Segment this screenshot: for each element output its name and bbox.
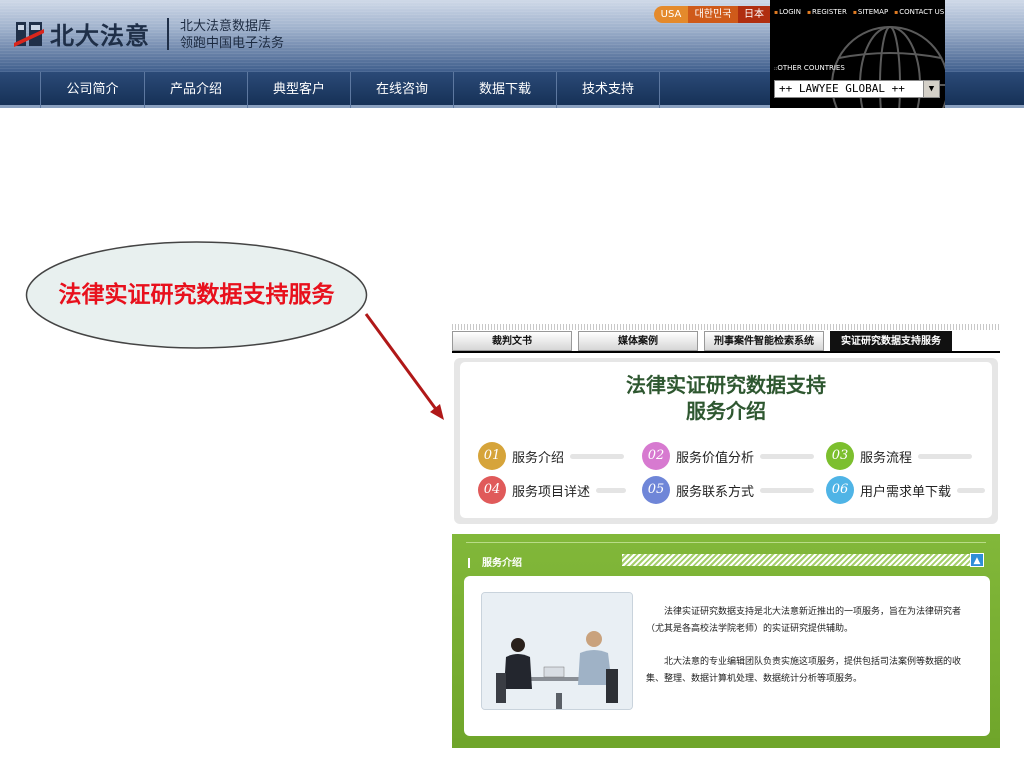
service-label: 服务介绍 [512, 450, 565, 466]
service-link-details[interactable]: 04 服务项目详述 [478, 476, 627, 504]
hero-title-line-2: 服务介绍 [686, 399, 766, 423]
service-divider [760, 487, 815, 493]
tab-judgments[interactable]: 裁判文书 [452, 331, 572, 351]
service-number-badge: 05 [642, 476, 670, 504]
intro-section: 服务介绍 ▲ 法律实证研究数据支持是北大法意新近推出的一项服务，旨在为法律研究者… [452, 534, 1000, 748]
nav-item-company[interactable]: 公司简介 [40, 72, 144, 108]
nav-item-products[interactable]: 产品介绍 [144, 72, 247, 108]
service-link-download-form[interactable]: 06 用户需求单下载 [826, 476, 986, 504]
service-divider [957, 487, 986, 493]
other-countries-text: OTHER COUNTRIES [777, 64, 845, 72]
utility-links: LOGIN REGISTER SITEMAP CONTACT US [774, 8, 944, 16]
callout-text: 法律实证研究数据支持服务 [58, 281, 335, 308]
panel-bottom-bar [452, 738, 1000, 748]
logo-text: 北大法意 [50, 22, 150, 50]
service-label: 服务价值分析 [676, 450, 755, 466]
tab-empirical-research[interactable]: 实证研究数据支持服务 [830, 331, 952, 351]
service-link-process[interactable]: 03 服务流程 [826, 442, 973, 470]
logo-divider [167, 18, 169, 50]
tab-criminal-search[interactable]: 刑事案件智能检索系统 [704, 331, 824, 351]
service-number-badge: 01 [478, 442, 506, 470]
service-divider [596, 487, 627, 493]
lang-usa-button[interactable]: USA [654, 6, 688, 23]
tagline: 北大法意数据库 领跑中国电子法务 [180, 18, 284, 52]
service-divider [570, 453, 625, 459]
section-top-rule [466, 542, 986, 543]
hero-box: 法律实证研究数据支持 服务介绍 01 服务介绍 02 服务价值分析 03 服务流… [454, 358, 998, 524]
service-link-contact[interactable]: 05 服务联系方式 [642, 476, 815, 504]
contact-us-link[interactable]: CONTACT US [894, 8, 944, 16]
login-link[interactable]: LOGIN [774, 8, 801, 16]
service-panel: 裁判文书 媒体案例 刑事案件智能检索系统 实证研究数据支持服务 法律实证研究数据… [452, 324, 1000, 748]
logo-mark-icon [14, 21, 44, 47]
lang-korea-button[interactable]: 대한민국 [688, 6, 738, 23]
back-to-top-icon[interactable]: ▲ [970, 553, 984, 567]
site-logo[interactable]: 北大法意 [14, 16, 150, 51]
lang-japan-button[interactable]: 日本 [738, 6, 770, 23]
chevron-down-icon[interactable]: ▼ [923, 81, 939, 97]
intro-card: 法律实证研究数据支持是北大法意新近推出的一项服务，旨在为法律研究者（尤其是各高校… [464, 576, 990, 736]
tab-media-cases[interactable]: 媒体案例 [578, 331, 698, 351]
service-label: 用户需求单下载 [860, 484, 952, 500]
service-number-badge: 04 [478, 476, 506, 504]
service-label: 服务流程 [860, 450, 913, 466]
service-label: 服务项目详述 [512, 484, 591, 500]
register-link[interactable]: REGISTER [807, 8, 847, 16]
nav-item-clients[interactable]: 典型客户 [247, 72, 350, 108]
service-number-badge: 03 [826, 442, 854, 470]
nav-item-support[interactable]: 技术支持 [556, 72, 660, 108]
service-number-badge: 06 [826, 476, 854, 504]
service-divider [918, 453, 973, 459]
callout-arrow-icon [364, 313, 444, 420]
meeting-illustration [482, 593, 632, 709]
other-countries-label: ::OTHER COUNTRIES [774, 64, 845, 72]
service-label: 服务联系方式 [676, 484, 755, 500]
service-number-badge: 02 [642, 442, 670, 470]
panel-top-border [452, 324, 1000, 330]
business-meeting-photo [481, 592, 633, 710]
intro-paragraph-1: 法律实证研究数据支持是北大法意新近推出的一项服务，旨在为法律研究者（尤其是各高校… [646, 607, 962, 634]
nav-item-download[interactable]: 数据下载 [453, 72, 556, 108]
intro-paragraph-2: 北大法意的专业编辑团队负责实施这项服务，提供包括司法案例等数据的收集、整理、数据… [646, 657, 962, 684]
tagline-line-1: 北大法意数据库 [180, 19, 272, 34]
country-select-value: ++ LAWYEE GLOBAL ++ [779, 82, 905, 95]
section-title: 服务介绍 [468, 554, 522, 569]
country-select[interactable]: ++ LAWYEE GLOBAL ++ ▼ [774, 80, 940, 98]
panel-tabs: 裁判文书 媒体案例 刑事案件智能检索系统 实证研究数据支持服务 [452, 331, 1000, 353]
section-hatch-bar [622, 554, 970, 566]
sitemap-link[interactable]: SITEMAP [853, 8, 888, 16]
service-divider [760, 453, 815, 459]
hero-title: 法律实证研究数据支持 服务介绍 [454, 372, 998, 424]
hero-title-line-1: 法律实证研究数据支持 [626, 373, 826, 397]
nav-item-consult[interactable]: 在线咨询 [350, 72, 453, 108]
utility-box: LOGIN REGISTER SITEMAP CONTACT US ::OTHE… [770, 0, 945, 108]
service-link-intro[interactable]: 01 服务介绍 [478, 442, 625, 470]
service-link-value[interactable]: 02 服务价值分析 [642, 442, 815, 470]
tagline-line-2: 领跑中国电子法务 [180, 36, 285, 51]
